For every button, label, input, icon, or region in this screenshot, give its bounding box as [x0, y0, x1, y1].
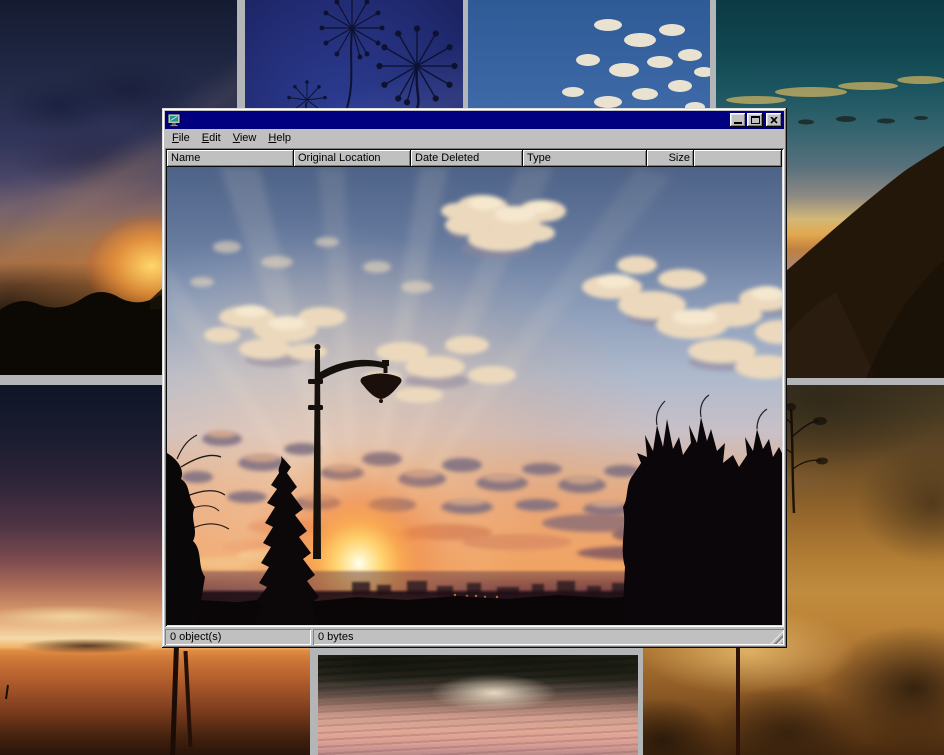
menu-view[interactable]: View — [227, 130, 263, 147]
computer-icon — [167, 113, 181, 127]
column-header-type[interactable]: Type — [523, 150, 647, 167]
close-button[interactable] — [766, 113, 782, 127]
column-header-filler — [694, 150, 782, 167]
status-bar: 0 object(s) 0 bytes — [165, 627, 784, 645]
minimize-button[interactable] — [730, 113, 746, 127]
menu-bar: File Edit View Help — [165, 129, 784, 148]
water-pole — [736, 648, 740, 755]
minimize-icon — [734, 122, 742, 124]
close-icon — [770, 117, 778, 124]
menu-edit[interactable]: Edit — [196, 130, 227, 147]
status-size-text: 0 bytes — [318, 631, 353, 643]
water-pole — [183, 651, 192, 747]
column-header-row: Name Original Location Date Deleted Type… — [167, 150, 782, 167]
resize-grip[interactable] — [770, 631, 783, 644]
column-header-name[interactable]: Name — [167, 150, 294, 167]
menu-help[interactable]: Help — [262, 130, 297, 147]
menu-file[interactable]: File — [166, 130, 196, 147]
water-pole — [170, 647, 179, 755]
window-titlebar[interactable] — [165, 111, 784, 129]
desktop: File Edit View Help Name Original Locati… — [0, 0, 944, 755]
file-list-area[interactable]: Name Original Location Date Deleted Type… — [165, 148, 784, 627]
status-size: 0 bytes — [313, 629, 784, 645]
sunset-photo — [167, 167, 782, 625]
maximize-button[interactable] — [747, 113, 763, 127]
wallpaper-photo-ripple-reflection — [318, 655, 638, 755]
column-header-size[interactable]: Size — [647, 150, 694, 167]
recycle-bin-window: File Edit View Help Name Original Locati… — [162, 108, 787, 648]
column-header-original-location[interactable]: Original Location — [294, 150, 411, 167]
status-object-count: 0 object(s) — [165, 629, 311, 645]
water-stick — [5, 685, 9, 699]
column-header-date-deleted[interactable]: Date Deleted — [411, 150, 523, 167]
maximize-icon — [751, 116, 760, 124]
